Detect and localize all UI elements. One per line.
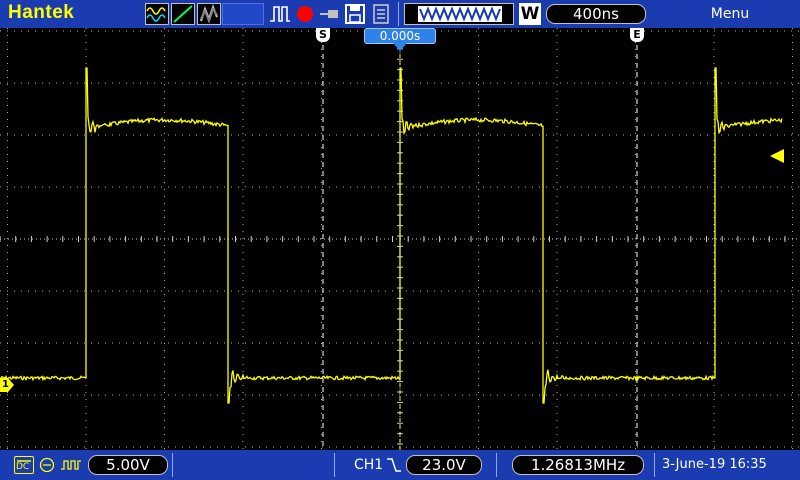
status-separator — [496, 453, 497, 477]
save-icon[interactable] — [344, 3, 366, 25]
record-icon[interactable] — [294, 3, 316, 25]
cursor-end-marker[interactable]: E — [630, 28, 644, 42]
ch1-level-marker[interactable]: 1 — [0, 378, 14, 392]
ramp-mode-icon[interactable] — [171, 3, 195, 25]
trigger-position-readout[interactable]: 0.000s — [364, 28, 436, 44]
trigger-slope-falling-icon[interactable] — [386, 457, 402, 473]
menu-button[interactable]: Menu — [700, 4, 760, 24]
invert-channel-icon[interactable] — [60, 457, 82, 473]
trigger-level-arrow[interactable] — [770, 149, 784, 163]
waveform-overview-bar[interactable] — [404, 3, 514, 25]
bandwidth-limit-icon[interactable] — [38, 457, 56, 473]
trigger-edge-icon[interactable] — [268, 3, 292, 25]
ch1-marker-label: 1 — [2, 379, 9, 390]
waveform-mode-icon[interactable] — [145, 3, 169, 25]
toolbar-separator — [398, 2, 399, 26]
coupling-label: DC — [16, 462, 30, 472]
channel-display-slot[interactable] — [222, 3, 264, 25]
frequency-readout: 1.26813MHz — [512, 455, 644, 475]
coupling-badge[interactable]: DC — [14, 456, 34, 474]
cursor-start-marker[interactable]: S — [316, 28, 330, 42]
status-separator — [654, 453, 655, 477]
ch1-waveform-trace — [0, 67, 783, 404]
status-separator — [172, 453, 173, 477]
date-time: 3-June-19 16:35 — [662, 457, 767, 472]
mode-w-button[interactable]: W — [519, 3, 541, 25]
volts-per-div-readout[interactable]: 5.00V — [88, 455, 168, 475]
scope-screen[interactable]: S E 0.000s 1 — [0, 28, 800, 450]
timebase-readout[interactable]: 400ns — [546, 4, 646, 24]
probe-icon[interactable] — [318, 3, 340, 25]
trigger-source-label[interactable]: CH1 — [354, 456, 383, 474]
status-bar: DC 5.00V CH1 23.0V 1.26813MHz 3-June-19 … — [0, 450, 800, 480]
brand-logo: Hantek — [8, 2, 75, 23]
persistence-mode-icon[interactable] — [197, 3, 221, 25]
scope-graticule — [0, 28, 800, 450]
top-toolbar: Hantek W 400ns Menu — [0, 0, 800, 28]
trigger-position-arrow — [393, 43, 407, 51]
status-separator — [334, 453, 335, 477]
trigger-level-readout[interactable]: 23.0V — [406, 455, 482, 475]
usb-storage-icon[interactable] — [370, 3, 392, 25]
